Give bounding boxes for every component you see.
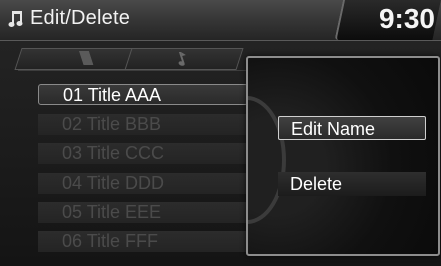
clock: 9:30 [378, 3, 435, 34]
list-item[interactable]: 02 Title BBB [38, 114, 248, 135]
delete-button[interactable]: Delete [278, 172, 426, 196]
list-item[interactable]: 06 Title FFF [38, 231, 248, 252]
list-item[interactable]: 03 Title CCC [38, 143, 248, 164]
list-item[interactable]: 01 Title AAA [38, 84, 248, 105]
tab-disc[interactable] [14, 48, 134, 70]
tab-bar [14, 48, 258, 70]
header-bar: Edit/Delete 9:30 [0, 0, 441, 41]
music-icon [8, 11, 23, 27]
list-item[interactable]: 04 Title DDD [38, 173, 248, 194]
nav-screen: Edit/Delete 9:30 01 Title AAA 02 Title B… [0, 0, 441, 266]
edit-name-button[interactable]: Edit Name [278, 116, 426, 140]
page-title: Edit/Delete [30, 7, 131, 29]
edit-delete-menu: Edit Name Delete [246, 56, 440, 256]
list-item[interactable]: 05 Title EEE [38, 202, 248, 223]
